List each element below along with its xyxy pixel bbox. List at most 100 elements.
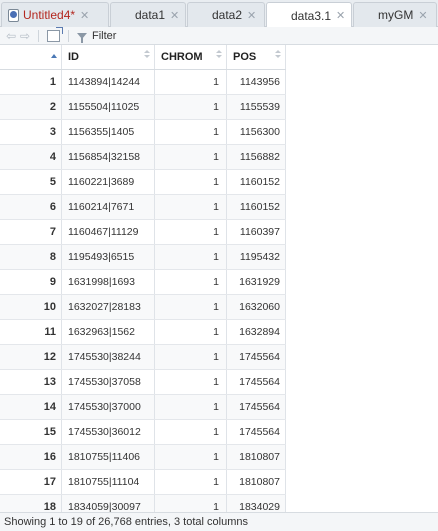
cell-chrom: 1 (155, 470, 227, 494)
cell-chrom: 1 (155, 320, 227, 344)
table-row[interactable]: 15 1745530|36012 1 1745564 (0, 420, 286, 445)
cell-chrom: 1 (155, 295, 227, 319)
row-index: 14 (0, 395, 62, 419)
row-index: 10 (0, 295, 62, 319)
row-index: 11 (0, 320, 62, 344)
forward-arrow-icon[interactable]: ⇨ (18, 29, 32, 43)
cell-pos: 1745564 (227, 345, 286, 369)
cell-chrom: 1 (155, 420, 227, 444)
tab-mygm[interactable]: myGM ✕ (353, 2, 437, 27)
tab-label: data3.1 (291, 8, 332, 23)
filter-button[interactable]: Filter (77, 29, 117, 43)
back-arrow-icon[interactable]: ⇦ (4, 29, 18, 43)
tab-label: Untitled4* (23, 8, 76, 22)
table-row[interactable]: 9 1631998|1693 1 1631929 (0, 270, 286, 295)
cell-id: 1834059|30097 (62, 495, 155, 512)
row-index: 7 (0, 220, 62, 244)
cell-pos: 1156300 (227, 120, 286, 144)
close-icon[interactable]: ✕ (418, 9, 427, 22)
table-row[interactable]: 12 1745530|38244 1 1745564 (0, 345, 286, 370)
entries-summary: Showing 1 to 19 of 26,768 entries, 3 tot… (4, 516, 248, 528)
data-table: ID CHROM POS 1 1143894|14244 1 1143956 2 1155… (0, 45, 438, 512)
table-header: ID CHROM POS (0, 45, 286, 70)
table-row[interactable]: 14 1745530|37000 1 1745564 (0, 395, 286, 420)
table-row[interactable]: 17 1810755|11104 1 1810807 (0, 470, 286, 495)
cell-pos: 1632060 (227, 295, 286, 319)
tab-label: data2 (212, 8, 243, 22)
table-row[interactable]: 18 1834059|30097 1 1834029 (0, 495, 286, 512)
cell-id: 1745530|36012 (62, 420, 155, 444)
table-row[interactable]: 5 1160221|3689 1 1160152 (0, 170, 286, 195)
cell-chrom: 1 (155, 445, 227, 469)
cell-chrom: 1 (155, 220, 227, 244)
cell-pos: 1155539 (227, 95, 286, 119)
table-row[interactable]: 13 1745530|37058 1 1745564 (0, 370, 286, 395)
cell-chrom: 1 (155, 345, 227, 369)
tab-untitled4[interactable]: Untitled4* ✕ (1, 2, 109, 27)
cell-id: 1195493|6515 (62, 245, 155, 269)
cell-pos: 1156882 (227, 145, 286, 169)
table-row[interactable]: 10 1632027|28183 1 1632060 (0, 295, 286, 320)
column-header-pos[interactable]: POS (227, 45, 286, 69)
table-row[interactable]: 3 1156355|1405 1 1156300 (0, 120, 286, 145)
toolbar-divider (68, 29, 69, 42)
close-icon[interactable]: ✕ (80, 9, 89, 22)
cell-id: 1632963|1562 (62, 320, 155, 344)
cell-chrom: 1 (155, 245, 227, 269)
table-row[interactable]: 7 1160467|11129 1 1160397 (0, 220, 286, 245)
row-index: 1 (0, 70, 62, 94)
cell-pos: 1745564 (227, 420, 286, 444)
column-header-chrom[interactable]: CHROM (155, 45, 227, 69)
r-script-icon (8, 8, 19, 22)
row-index: 12 (0, 345, 62, 369)
funnel-icon (77, 32, 87, 43)
cell-pos: 1632894 (227, 320, 286, 344)
table-row[interactable]: 11 1632963|1562 1 1632894 (0, 320, 286, 345)
tab-data1[interactable]: data1 ✕ (110, 2, 186, 27)
column-header-id[interactable]: ID (62, 45, 155, 69)
table-row[interactable]: 16 1810755|11406 1 1810807 (0, 445, 286, 470)
editor-tab-bar: Untitled4* ✕ data1 ✕ data2 ✕ data3.1 ✕ m… (0, 0, 438, 28)
cell-id: 1745530|37058 (62, 370, 155, 394)
cell-id: 1631998|1693 (62, 270, 155, 294)
cell-pos: 1810807 (227, 445, 286, 469)
sort-icon (144, 50, 150, 60)
cell-id: 1745530|37000 (62, 395, 155, 419)
close-icon[interactable]: ✕ (170, 9, 179, 22)
cell-pos: 1745564 (227, 395, 286, 419)
row-index: 13 (0, 370, 62, 394)
cell-chrom: 1 (155, 170, 227, 194)
table-row[interactable]: 8 1195493|6515 1 1195432 (0, 245, 286, 270)
table-row[interactable]: 1 1143894|14244 1 1143956 (0, 70, 286, 95)
row-index: 8 (0, 245, 62, 269)
cell-chrom: 1 (155, 270, 227, 294)
sort-ascending-icon (51, 54, 57, 58)
close-icon[interactable]: ✕ (336, 9, 345, 22)
row-index: 18 (0, 495, 62, 512)
tab-data3-1[interactable]: data3.1 ✕ (266, 2, 352, 28)
cell-pos: 1143956 (227, 70, 286, 94)
cell-chrom: 1 (155, 70, 227, 94)
row-index: 6 (0, 195, 62, 219)
row-index: 16 (0, 445, 62, 469)
open-in-window-icon[interactable] (47, 26, 63, 42)
table-row[interactable]: 2 1155504|11025 1 1155539 (0, 95, 286, 120)
cell-id: 1156854|32158 (62, 145, 155, 169)
cell-chrom: 1 (155, 120, 227, 144)
viewer-toolbar: ⇦ ⇨ Filter (0, 26, 438, 45)
filter-label: Filter (92, 29, 117, 42)
cell-pos: 1160152 (227, 170, 286, 194)
cell-id: 1632027|28183 (62, 295, 155, 319)
tab-label: data1 (135, 8, 166, 22)
tab-label: myGM (378, 8, 414, 22)
tab-data2[interactable]: data2 ✕ (187, 2, 265, 27)
table-row[interactable]: 6 1160214|7671 1 1160152 (0, 195, 286, 220)
table-row[interactable]: 4 1156854|32158 1 1156882 (0, 145, 286, 170)
toolbar-divider (38, 29, 39, 42)
cell-id: 1155504|11025 (62, 95, 155, 119)
cell-id: 1156355|1405 (62, 120, 155, 144)
row-index: 4 (0, 145, 62, 169)
row-index: 9 (0, 270, 62, 294)
close-icon[interactable]: ✕ (247, 9, 256, 22)
index-header[interactable] (0, 45, 62, 69)
